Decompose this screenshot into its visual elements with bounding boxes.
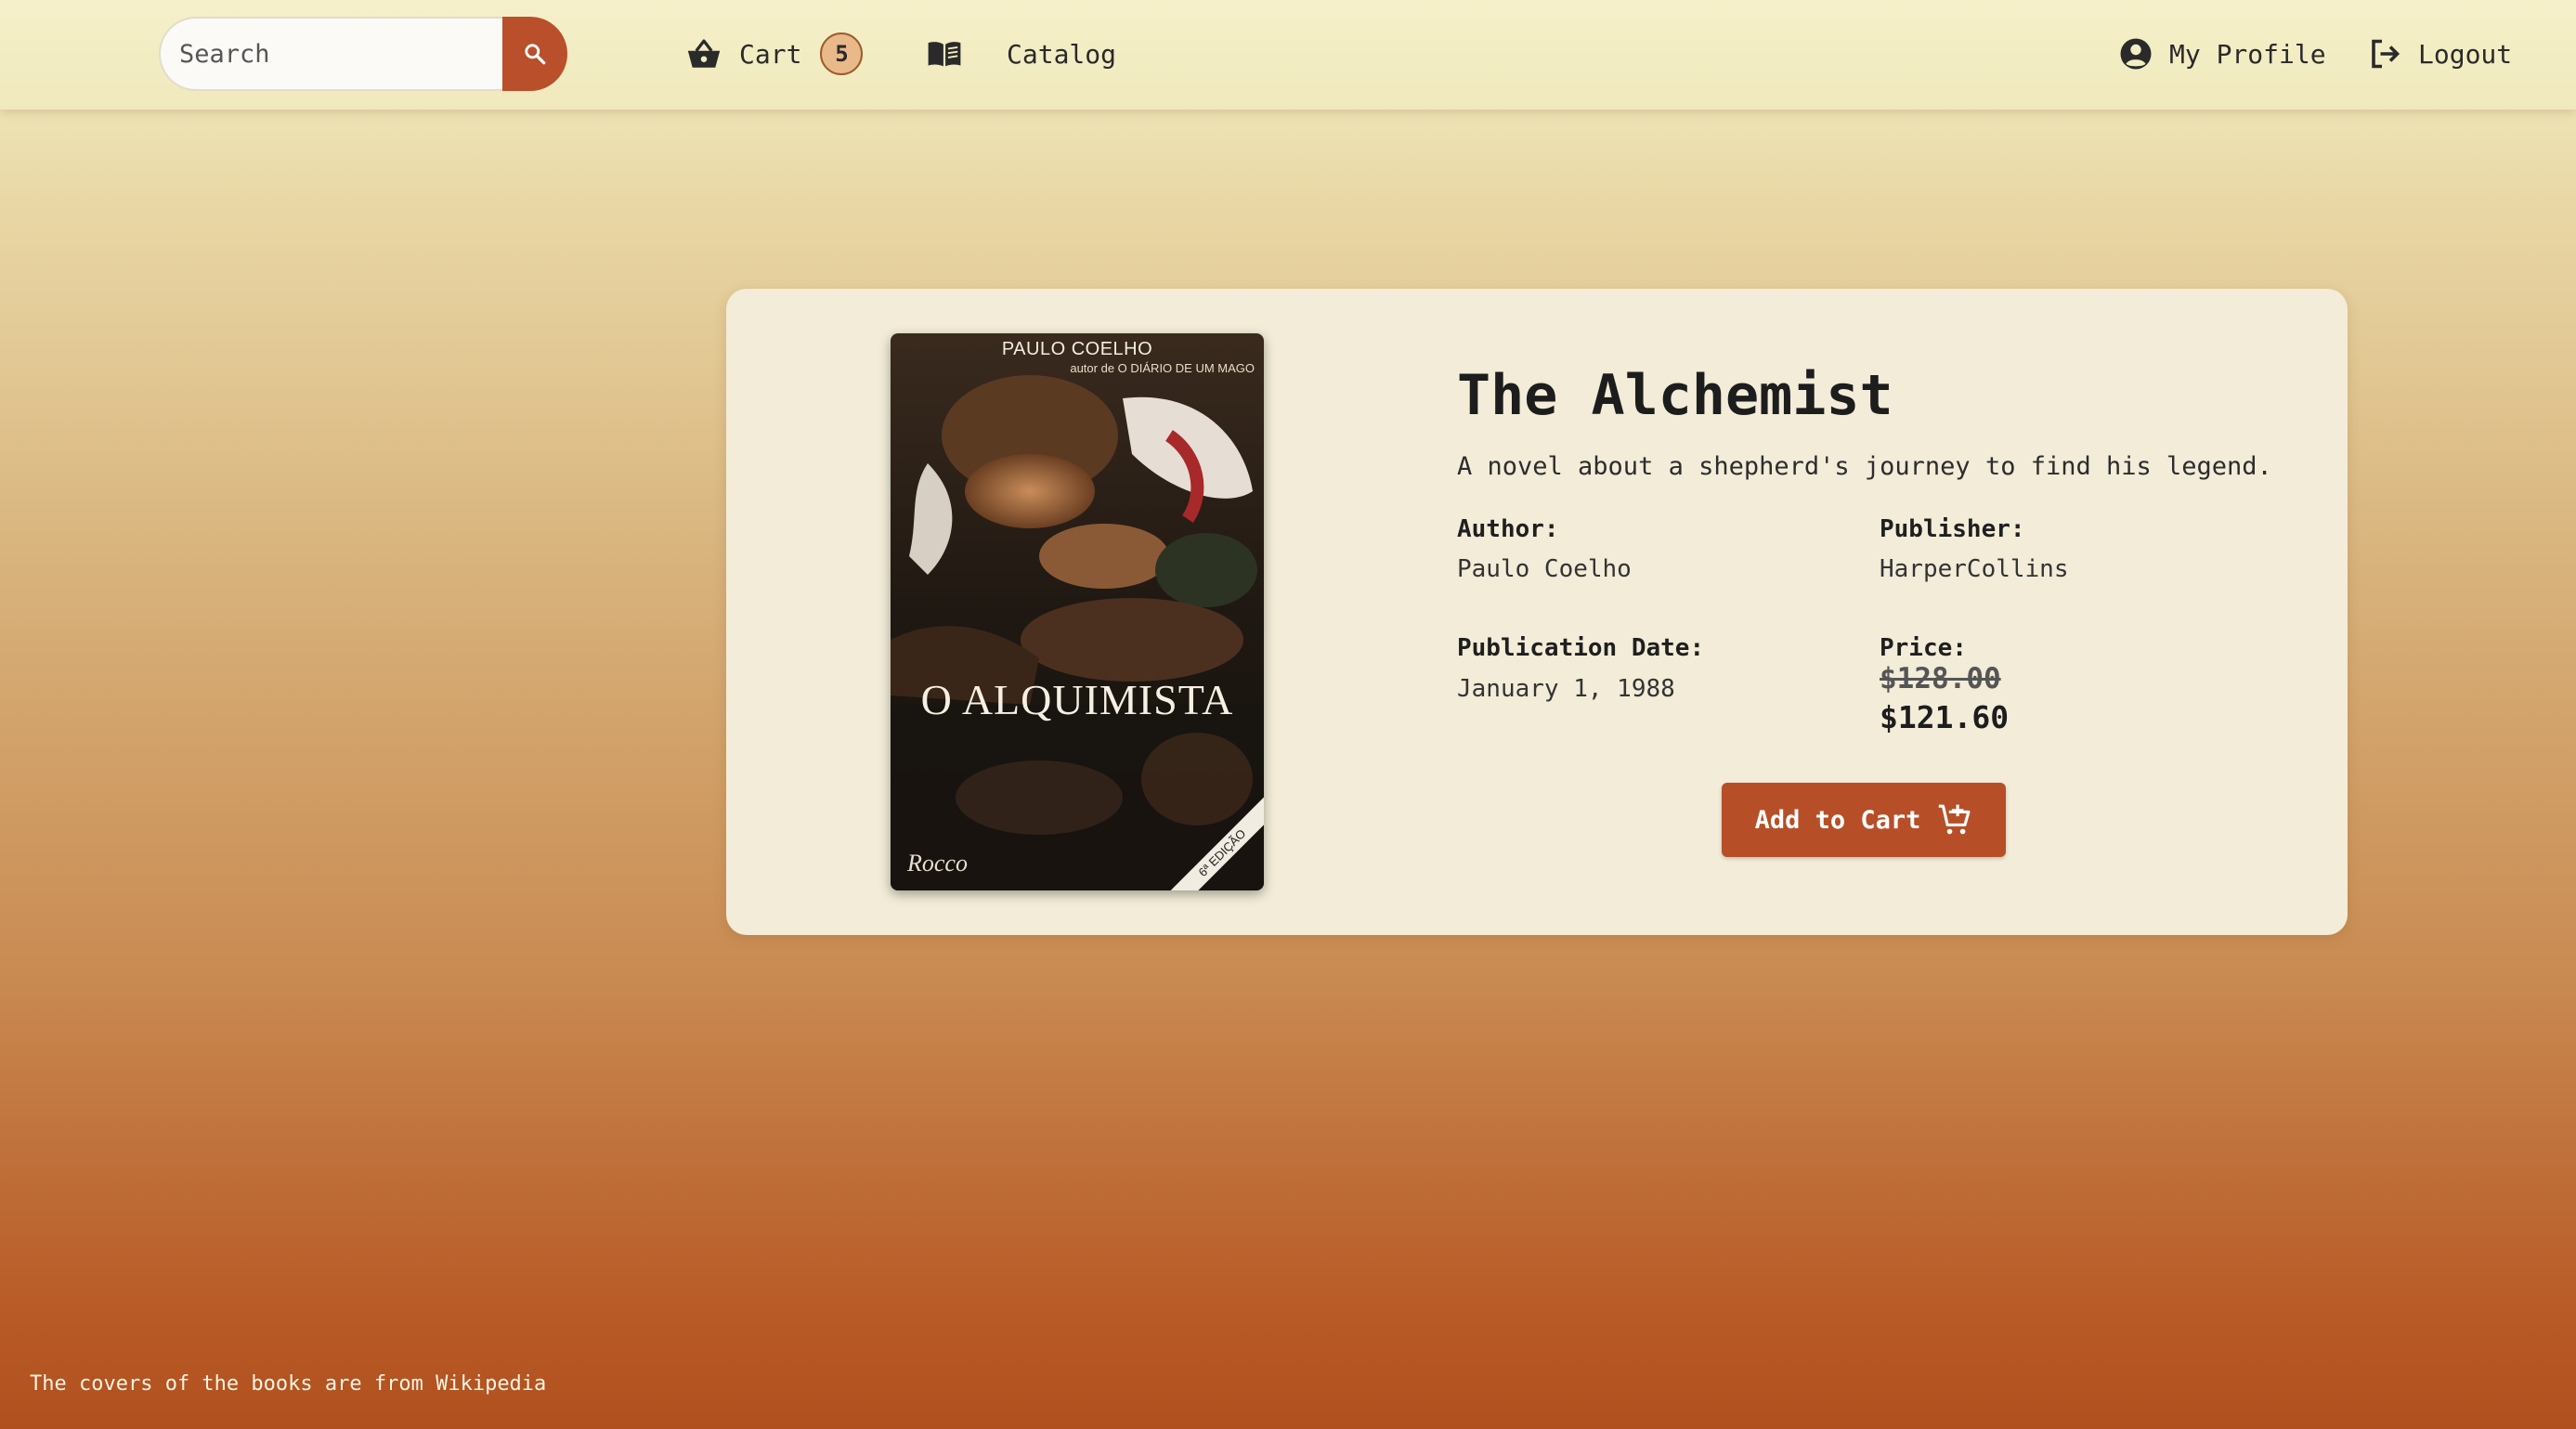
search-icon xyxy=(525,44,546,65)
nav-my-profile[interactable]: My Profile xyxy=(2119,28,2326,80)
search-input[interactable] xyxy=(159,17,504,91)
nav-catalog[interactable]: Catalog xyxy=(927,28,1116,80)
nav-cart-label: Cart xyxy=(739,38,802,70)
nav-logout[interactable]: Logout xyxy=(2368,28,2512,80)
search-bar xyxy=(159,17,567,91)
search-button[interactable] xyxy=(502,17,567,91)
publication-date-label: Publication Date: xyxy=(1457,634,1705,662)
book-description: A novel about a shepherd's journey to fi… xyxy=(1457,452,2272,481)
book-cover-image: PAULO COELHO autor de O DIÁRIO DE UM MAG… xyxy=(891,333,1264,890)
add-cart-icon xyxy=(1939,804,1971,835)
cover-painting xyxy=(891,333,1264,890)
publisher-value: HarperCollins xyxy=(1880,555,2069,583)
footer-credit-note: The covers of the books are from Wikiped… xyxy=(30,1372,547,1396)
cover-title-text: O ALQUIMISTA xyxy=(920,676,1234,723)
sale-price: $121.60 xyxy=(1880,699,2010,735)
cover-author-text: PAULO COELHO xyxy=(1001,339,1153,359)
publication-date-value: January 1, 1988 xyxy=(1457,675,1675,703)
account-circle-icon xyxy=(2120,38,2152,70)
basket-icon xyxy=(687,39,721,68)
open-book-icon xyxy=(928,42,961,67)
cover-subtitle-text: autor de O DIÁRIO DE UM MAGO xyxy=(1070,361,1255,375)
price-label: Price: xyxy=(1880,634,1967,662)
publisher-label: Publisher: xyxy=(1880,515,2025,543)
nav-logout-label: Logout xyxy=(2418,38,2513,70)
add-to-cart-label: Add to Cart xyxy=(1754,805,1921,835)
nav-profile-label: My Profile xyxy=(2169,38,2326,70)
top-navbar: Cart 5 Catalog My Profile Logout xyxy=(0,0,2576,110)
cover-publisher-mark: Rocco xyxy=(907,850,968,877)
original-price: $128.00 xyxy=(1880,662,2001,695)
cart-count-badge: 5 xyxy=(820,32,864,75)
book-title: The Alchemist xyxy=(1457,363,1893,428)
nav-catalog-label: Catalog xyxy=(1007,38,1117,70)
book-detail-card: PAULO COELHO autor de O DIÁRIO DE UM MAG… xyxy=(726,289,2348,935)
add-to-cart-button[interactable]: Add to Cart xyxy=(1722,783,2006,857)
author-label: Author: xyxy=(1457,515,1559,543)
nav-cart[interactable]: Cart 5 xyxy=(685,28,864,80)
logout-icon xyxy=(2372,39,2400,69)
author-value: Paulo Coelho xyxy=(1457,555,1632,583)
